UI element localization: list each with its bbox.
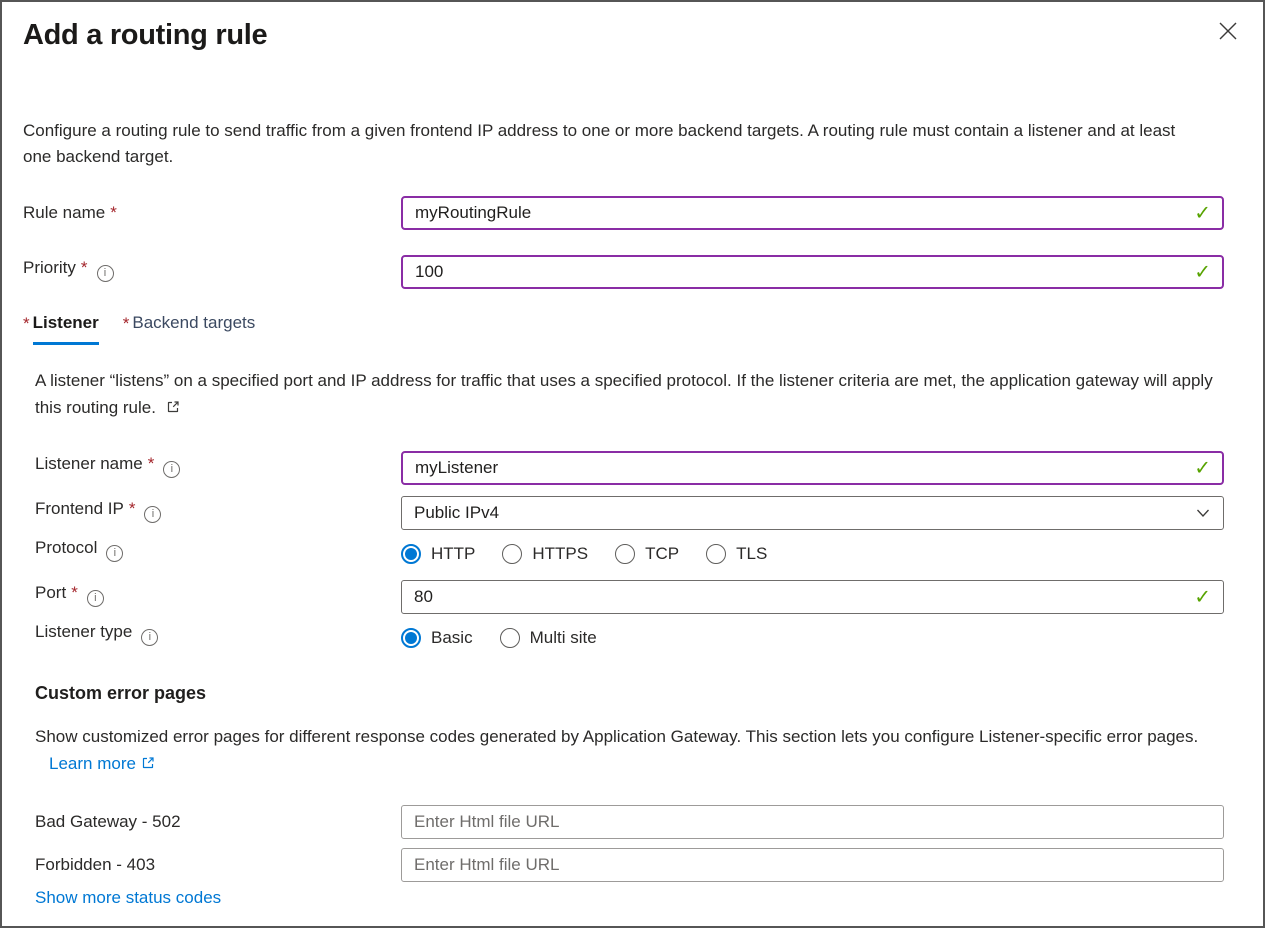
radio-icon	[502, 544, 522, 564]
show-more-status-codes-link[interactable]: Show more status codes	[35, 888, 221, 908]
radio-option-basic[interactable]: Basic	[401, 628, 473, 648]
protocol-radio-group: HTTP HTTPS TCP TLS	[401, 539, 1224, 569]
forbidden-field	[401, 848, 1224, 882]
radio-icon	[401, 544, 421, 564]
listener-name-row: Listener name*i ✓	[2, 451, 1263, 485]
port-label: Port*i	[2, 583, 401, 614]
bad-gateway-url-input[interactable]	[401, 805, 1224, 839]
forbidden-label: Forbidden - 403	[2, 855, 401, 882]
close-icon	[1217, 20, 1239, 42]
frontend-ip-select[interactable]: Public IPv4	[401, 496, 1224, 530]
listener-type-row: Listener typei Basic Multi site	[2, 622, 1263, 653]
tab-listener[interactable]: * Listener	[23, 313, 99, 345]
listener-type-field: Basic Multi site	[401, 623, 1224, 653]
add-routing-rule-dialog: Add a routing rule Configure a routing r…	[0, 0, 1265, 928]
radio-icon	[706, 544, 726, 564]
required-marker: *	[110, 203, 117, 222]
radio-option-tls[interactable]: TLS	[706, 544, 767, 564]
tab-bar: * Listener * Backend targets	[23, 313, 1263, 345]
tab-label: Backend targets	[132, 313, 255, 342]
close-button[interactable]	[1215, 18, 1241, 44]
rule-name-input[interactable]	[401, 196, 1224, 230]
required-marker: *	[81, 258, 88, 277]
protocol-row: Protocoli HTTP HTTPS TCP TLS	[2, 538, 1263, 569]
tab-backend-targets[interactable]: * Backend targets	[123, 313, 255, 345]
priority-field: ✓	[401, 255, 1224, 289]
radio-icon	[500, 628, 520, 648]
tab-label: Listener	[33, 313, 99, 345]
rule-name-row: Rule name* ✓	[2, 196, 1263, 230]
protocol-label: Protocoli	[2, 538, 401, 569]
frontend-ip-row: Frontend IP*i Public IPv4	[2, 496, 1263, 530]
required-marker: *	[123, 313, 130, 334]
frontend-ip-label: Frontend IP*i	[2, 499, 401, 530]
port-field: ✓	[401, 580, 1224, 614]
priority-input[interactable]	[401, 255, 1224, 289]
page-title: Add a routing rule	[23, 16, 1263, 54]
frontend-ip-selected-value: Public IPv4	[414, 503, 499, 523]
listener-name-field: ✓	[401, 451, 1224, 485]
bad-gateway-label: Bad Gateway - 502	[2, 812, 401, 839]
port-input[interactable]	[401, 580, 1224, 614]
radio-option-http[interactable]: HTTP	[401, 544, 475, 564]
required-marker: *	[71, 583, 78, 602]
frontend-ip-field: Public IPv4	[401, 496, 1224, 530]
forbidden-url-input[interactable]	[401, 848, 1224, 882]
bad-gateway-row: Bad Gateway - 502	[2, 805, 1263, 839]
chevron-down-icon	[1195, 505, 1211, 521]
listener-description: A listener “listens” on a specified port…	[35, 367, 1223, 421]
external-link-icon	[141, 756, 155, 770]
listener-type-label: Listener typei	[2, 622, 401, 653]
dialog-description: Configure a routing rule to send traffic…	[23, 118, 1193, 170]
radio-icon	[615, 544, 635, 564]
protocol-field: HTTP HTTPS TCP TLS	[401, 539, 1224, 569]
bad-gateway-field	[401, 805, 1224, 839]
radio-option-tcp[interactable]: TCP	[615, 544, 679, 564]
rule-name-label: Rule name*	[2, 203, 401, 230]
custom-error-pages-heading: Custom error pages	[35, 683, 1263, 704]
info-icon[interactable]: i	[106, 545, 123, 562]
info-icon[interactable]: i	[97, 265, 114, 282]
custom-error-pages-description: Show customized error pages for differen…	[35, 723, 1223, 777]
radio-option-multi-site[interactable]: Multi site	[500, 628, 597, 648]
learn-more-link[interactable]: Learn more	[49, 754, 155, 773]
info-icon[interactable]: i	[163, 461, 180, 478]
radio-icon	[401, 628, 421, 648]
listener-type-radio-group: Basic Multi site	[401, 623, 1224, 653]
radio-option-https[interactable]: HTTPS	[502, 544, 588, 564]
listener-name-label: Listener name*i	[2, 454, 401, 485]
priority-label: Priority*i	[2, 258, 401, 289]
info-icon[interactable]: i	[144, 506, 161, 523]
rule-name-field: ✓	[401, 196, 1224, 230]
info-icon[interactable]: i	[141, 629, 158, 646]
required-marker: *	[23, 313, 30, 334]
required-marker: *	[148, 454, 155, 473]
priority-row: Priority*i ✓	[2, 255, 1263, 289]
port-row: Port*i ✓	[2, 580, 1263, 614]
info-icon[interactable]: i	[87, 590, 104, 607]
required-marker: *	[129, 499, 136, 518]
listener-name-input[interactable]	[401, 451, 1224, 485]
forbidden-row: Forbidden - 403	[2, 848, 1263, 882]
external-link-icon	[166, 400, 180, 414]
